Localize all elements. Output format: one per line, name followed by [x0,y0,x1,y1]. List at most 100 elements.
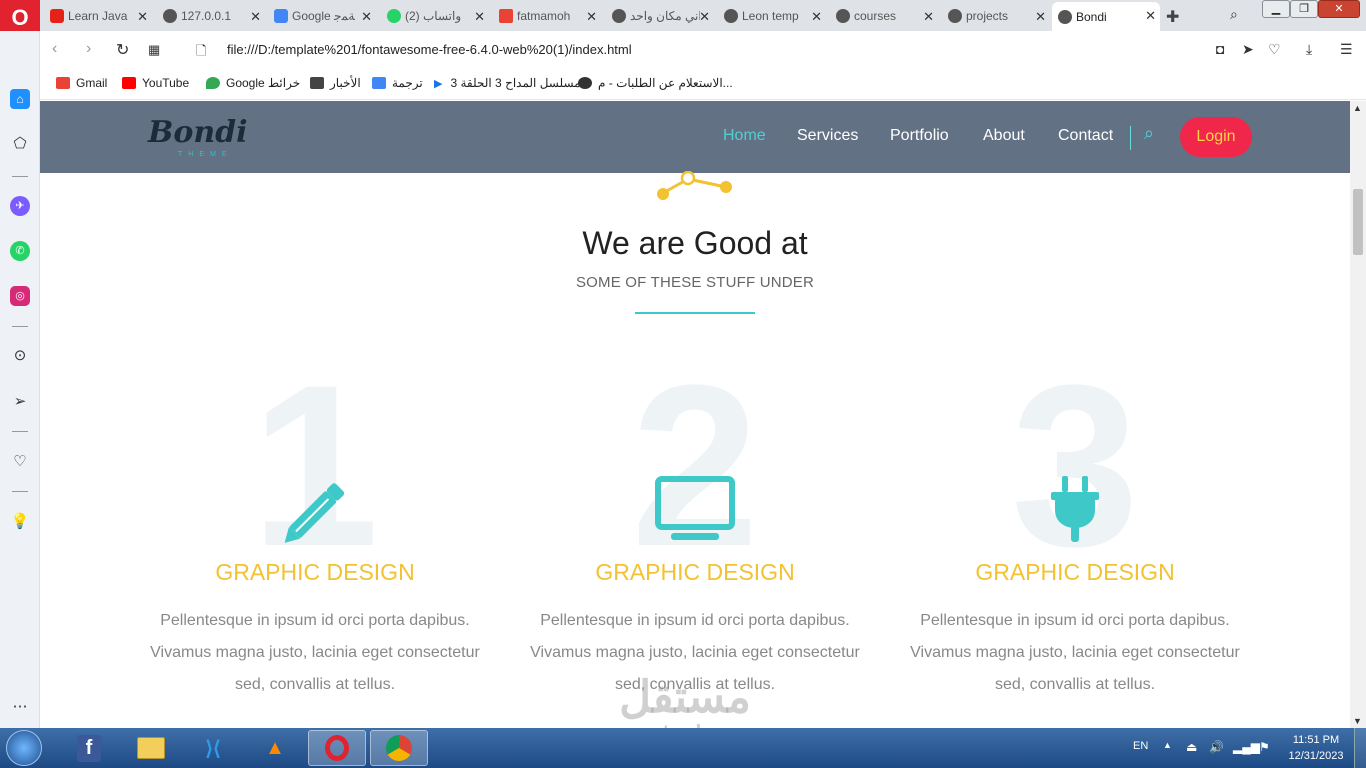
tab-whatsapp[interactable]: (2) واتساب ✕ [381,3,489,29]
clock-time[interactable]: 11:51 PM [1286,734,1346,746]
tab-learn-java[interactable]: Learn Java ✕ [44,3,152,29]
nav-about[interactable]: About [983,127,1025,145]
page-viewport: Bondi THEME Home Services Portfolio Abou… [40,101,1350,728]
windows-taskbar: f ⟩⟨ ▲ EN ▲ ⏏ 🔊 ▂▄▆ ⚑ 11:51 PM 12/31/202… [0,728,1366,768]
messenger-icon[interactable]: ✈ [10,196,30,216]
bookmark-label: مسلسل المداح 3 الحلقة 3... [450,76,590,90]
tab-google-translate[interactable]: Google ﺔﻤﺟ ✕ [268,3,376,29]
speed-dial-icon[interactable]: ▦ [148,42,160,58]
tab-projects[interactable]: projects ✕ [942,3,1050,29]
close-tab-icon[interactable]: ✕ [811,9,822,25]
nav-portfolio[interactable]: Portfolio [890,127,949,145]
tab-bondi[interactable]: Bondi ✕ [1052,2,1160,31]
minimize-button[interactable]: ▁ [1262,0,1290,18]
taskbar-vlc-icon[interactable]: ▲ [246,730,304,766]
service-card: 1 GRAPHIC DESIGN Pellentesque in ipsum i… [140,351,490,701]
flow-icon[interactable]: ➢ [10,392,30,412]
language-indicator[interactable]: EN [1133,740,1148,752]
close-tab-icon[interactable]: ✕ [923,9,934,25]
clock-date[interactable]: 12/31/2023 [1282,750,1350,762]
pinboard-heart-icon[interactable]: ♡ [10,452,30,472]
scroll-thumb[interactable] [1353,189,1363,255]
whatsapp-icon[interactable]: ✆ [10,241,30,261]
close-tab-icon[interactable]: ✕ [1035,9,1046,25]
login-button[interactable]: Login [1180,117,1252,157]
address-bar: ‹ › ↻ ▦ 🗋 file:///D:/template%201/fontaw… [40,31,1366,69]
close-tab-icon[interactable]: ✕ [1145,8,1156,24]
new-tab-icon[interactable]: ✚ [1166,7,1179,27]
bookmark-gmail[interactable]: Gmail [56,76,107,90]
send-icon[interactable]: ➤ [1242,41,1254,58]
taskbar-facebook-icon[interactable]: f [60,730,118,766]
search-icon[interactable]: ⌕ [1144,123,1154,144]
tab-title: Bondi [1076,9,1107,24]
bookmark-news[interactable]: الأخبار [310,76,361,90]
close-tab-icon[interactable]: ✕ [474,9,485,25]
volume-icon[interactable]: 🔊 [1209,740,1224,754]
opera-sidebar: ⌂ ⬠ ✈ ✆ ◎ ⊙ ➢ ♡ 💡 ⋯ [0,31,40,728]
gmail-icon [56,77,70,89]
close-tab-icon[interactable]: ✕ [250,9,261,25]
taskbar-explorer-icon[interactable] [122,730,180,766]
bookmark-youtube[interactable]: YouTube [122,76,189,90]
close-tab-icon[interactable]: ✕ [586,9,597,25]
scroll-up-icon[interactable]: ▲ [1353,103,1362,113]
nav-services[interactable]: Services [797,127,858,145]
usb-icon[interactable]: ⏏ [1186,740,1197,754]
taskbar-opera-icon[interactable] [308,730,366,766]
card-text: Pellentesque in ipsum id orci porta dapi… [150,612,480,693]
snapshot-icon[interactable]: ◘ [1216,41,1224,57]
tab-gmail[interactable]: fatmamoh ✕ [493,3,601,29]
taskbar-vscode-icon[interactable]: ⟩⟨ [184,730,242,766]
bookmark-series[interactable]: ▶ مسلسل المداح 3 الحلقة 3... [434,76,591,90]
globe-favicon-icon [612,9,626,23]
search-tabs-icon[interactable]: ⌕ [1230,6,1238,23]
maximize-button[interactable]: ❐ [1290,0,1318,18]
tips-lightbulb-icon[interactable]: 💡 [10,512,30,532]
instagram-icon[interactable]: ◎ [10,286,30,306]
home-icon[interactable]: ⌂ [10,89,30,109]
url-field[interactable]: file:///D:/template%201/fontawesome-free… [227,42,632,57]
nav-contact[interactable]: Contact [1058,127,1113,145]
more-options-icon[interactable]: ⋯ [10,697,30,717]
network-signal-icon[interactable]: ▂▄▆ [1233,740,1260,754]
news-icon [310,77,324,89]
close-window-button[interactable]: ✕ [1318,0,1360,18]
bookmark-inquiry[interactable]: الاستعلام عن الطلبات - م... [578,76,733,90]
play-icon: ▶ [434,77,443,90]
tab-title: اني مكان واحد [630,9,700,23]
tab-title: (2) واتساب [405,9,462,23]
close-tab-icon[interactable]: ✕ [699,9,710,25]
sidebar-divider [12,176,28,177]
player-icon[interactable]: ⊙ [10,346,30,366]
tray-expand-icon[interactable]: ▲ [1163,740,1172,750]
tab-localhost[interactable]: 127.0.0.1 ✕ [157,3,265,29]
card-title: GRAPHIC DESIGN [595,559,795,585]
taskbar-chrome-icon[interactable] [370,730,428,766]
back-icon[interactable]: ‹ [52,40,57,58]
start-button[interactable] [6,730,42,766]
brand-logo[interactable]: Bondi [148,115,248,150]
extensions-icon[interactable]: ⬠ [10,134,30,154]
tab-arabic-page[interactable]: اني مكان واحد ✕ [606,3,714,29]
tab-leon-template[interactable]: Leon temp ✕ [718,3,826,29]
close-tab-icon[interactable]: ✕ [361,9,372,25]
easy-setup-icon[interactable]: ☰ [1340,41,1353,58]
download-icon[interactable]: ⤓ [1306,41,1312,58]
tab-courses[interactable]: courses ✕ [830,3,938,29]
forward-icon[interactable]: › [86,40,91,58]
reload-icon[interactable]: ↻ [116,40,129,60]
close-tab-icon[interactable]: ✕ [137,9,148,25]
card-title: GRAPHIC DESIGN [975,559,1175,585]
show-desktop-button[interactable] [1354,728,1366,768]
nav-home[interactable]: Home [723,127,766,145]
scroll-down-icon[interactable]: ▼ [1353,716,1362,726]
action-center-flag-icon[interactable]: ⚑ [1259,740,1270,754]
bookmark-google-maps[interactable]: Google خرائط [206,76,300,90]
bookmark-translate[interactable]: ترجمة [372,76,423,90]
heart-icon[interactable]: ♡ [1268,41,1281,58]
bookmark-label: Gmail [76,76,108,90]
desktop-icon [655,476,735,540]
page-scrollbar[interactable]: ▲ ▼ [1350,101,1366,728]
globe-favicon-icon [1058,9,1072,24]
